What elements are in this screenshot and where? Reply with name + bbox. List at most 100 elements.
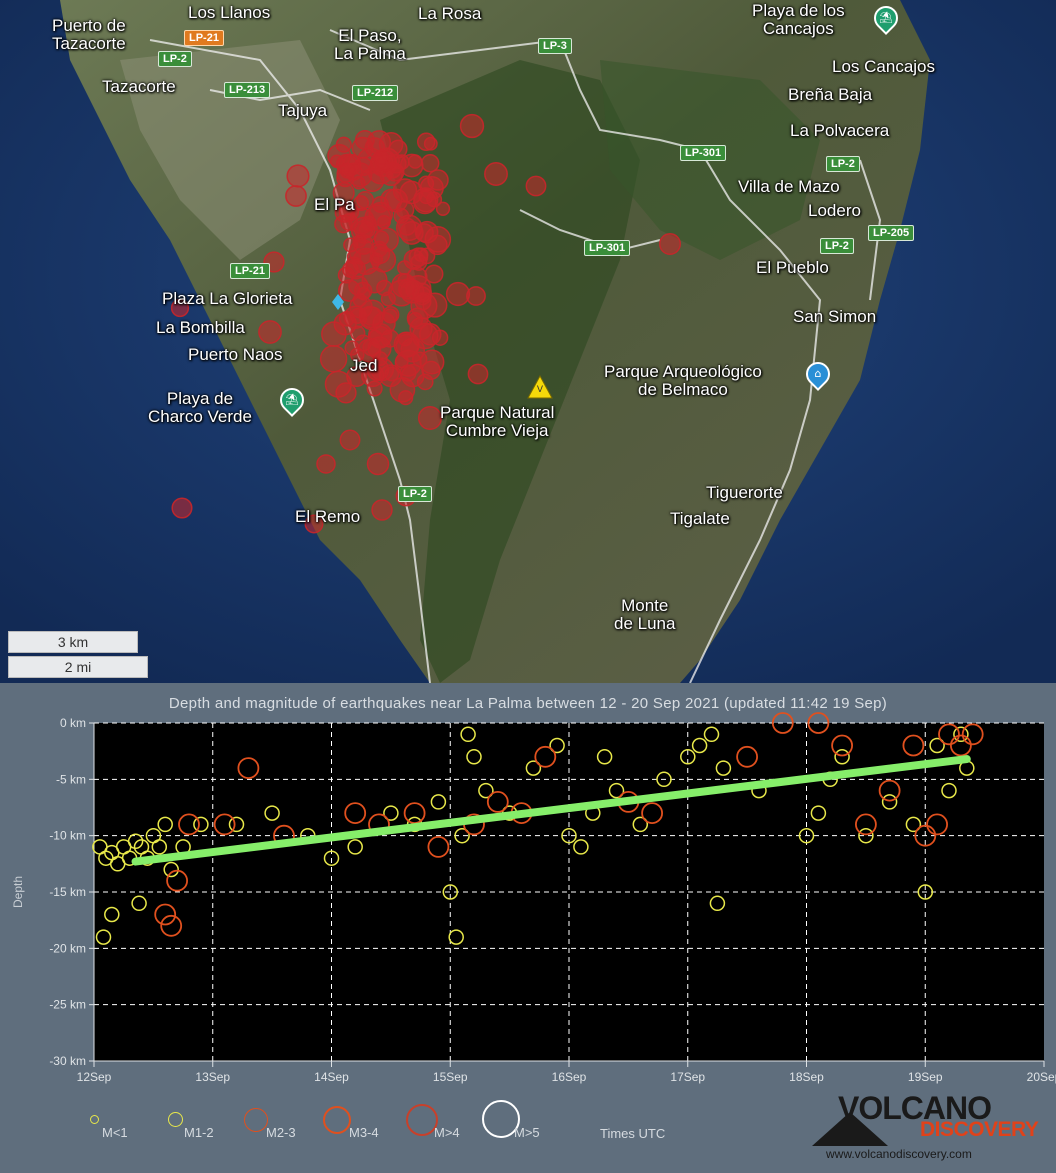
legend-circle-m3-4	[323, 1106, 351, 1134]
y-tick-label: -20 km	[49, 941, 86, 955]
x-tick-label: 16Sep	[552, 1070, 587, 1084]
place-parque-arqueologico-de-belmaco: Parque Arqueológico de Belmaco	[604, 362, 762, 399]
earthquake-marker[interactable]	[398, 390, 414, 406]
road-label-lp2-south: LP-2	[398, 486, 432, 502]
earthquake-marker[interactable]	[431, 329, 449, 346]
earthquake-marker[interactable]	[417, 405, 443, 431]
earthquake-marker[interactable]	[382, 308, 398, 324]
place-tiguerorte: Tiguerorte	[706, 483, 783, 502]
road-label-lp213: LP-213	[224, 82, 271, 98]
road-label-lp212: LP-212	[352, 85, 399, 101]
earthquake-marker[interactable]	[427, 169, 449, 191]
legend-label-m3-4: M3-4	[349, 1125, 379, 1140]
earthquake-marker[interactable]	[380, 291, 396, 307]
place-monte-de-luna: Monte de Luna	[614, 596, 676, 633]
place-playa-de-charco-verde: Playa de Charco Verde	[148, 389, 252, 426]
earthquake-marker[interactable]	[348, 238, 375, 265]
earthquake-marker[interactable]	[419, 349, 445, 375]
x-tick-label: 13Sep	[195, 1070, 230, 1084]
place-los-cancajos: Los Cancajos	[832, 57, 936, 76]
place-puerto-naos: Puerto Naos	[188, 345, 283, 364]
map-scale-bar: 3 km 2 mi	[8, 631, 148, 678]
earthquake-marker[interactable]	[285, 185, 307, 207]
place-la-rosa: La Rosa	[418, 4, 482, 23]
road-label-lp2-north: LP-2	[158, 51, 192, 67]
road-label-lp205: LP-205	[868, 225, 915, 241]
earthquake-marker[interactable]	[319, 345, 348, 373]
earthquake-marker[interactable]	[339, 429, 361, 451]
road-label-lp21-north: LP-21	[184, 30, 224, 46]
earthquake-marker[interactable]	[366, 452, 390, 476]
legend-label-m-gt-5: M>5	[514, 1125, 540, 1140]
earthquake-marker[interactable]	[525, 175, 547, 197]
earthquake-marker[interactable]	[424, 264, 444, 284]
place-tazacorte: Tazacorte	[102, 77, 176, 96]
earthquake-marker[interactable]	[391, 272, 417, 298]
earthquake-marker[interactable]	[371, 499, 393, 521]
earthquake-marker[interactable]	[407, 312, 424, 328]
y-axis-label: Depth	[11, 876, 25, 908]
volcanodiscovery-logo[interactable]: VOLCANO DISCOVERY www.volcanodiscovery.c…	[808, 1082, 1048, 1167]
place-san-simon: San Simon	[793, 307, 877, 326]
place-el-pueblo: El Pueblo	[756, 258, 829, 277]
earthquake-marker[interactable]	[373, 230, 390, 247]
earthquake-marker[interactable]	[171, 497, 193, 519]
legend-circle-m-lt-1	[90, 1115, 99, 1124]
place-la-polvacera: La Polvacera	[790, 121, 890, 140]
y-tick-label: -5 km	[56, 772, 86, 786]
place-el-paso: El Paso, La Palma	[334, 26, 406, 63]
place-la-bombilla: La Bombilla	[156, 318, 245, 337]
place-parque-natural-cumbre-vieja: Parque Natural Cumbre Vieja	[440, 403, 555, 440]
road-label-lp21-west: LP-21	[230, 263, 270, 279]
chart-plot-area: 12Sep 13Sep 14Sep 15Sep 16Sep 17Sep 18Sep 19Sep…	[11, 712, 1056, 1084]
earthquake-marker[interactable]	[423, 136, 438, 151]
scale-mi: 2 mi	[8, 656, 148, 678]
place-el-paso-partial: El Pa	[314, 195, 355, 214]
earthquake-marker[interactable]	[658, 232, 682, 256]
y-tick-label: -30 km	[49, 1054, 86, 1068]
times-utc-label: Times UTC	[600, 1126, 666, 1141]
earthquake-marker[interactable]	[373, 149, 389, 165]
depth-magnitude-chart: Depth and magnitude of earthquakes near …	[0, 683, 1056, 1173]
earthquake-marker[interactable]	[349, 295, 373, 319]
place-tigalate: Tigalate	[670, 509, 730, 528]
earthquake-marker[interactable]	[420, 153, 440, 173]
x-tick-label: 17Sep	[670, 1070, 705, 1084]
earthquake-marker[interactable]	[335, 136, 352, 153]
earthquake-marker[interactable]	[258, 320, 282, 344]
x-tick-label: 12Sep	[77, 1070, 112, 1084]
place-puerto-de-tazacorte: Puerto de Tazacorte	[52, 16, 126, 53]
earthquake-marker[interactable]	[393, 208, 410, 224]
legend-label-m2-3: M2-3	[266, 1125, 296, 1140]
place-jedey-partial: Jed	[350, 356, 378, 375]
earthquake-marker[interactable]	[316, 454, 336, 474]
y-tick-label: -25 km	[49, 998, 86, 1012]
road-label-lp2-mazo: LP-2	[820, 238, 854, 254]
earthquake-marker[interactable]	[339, 162, 356, 179]
y-tick-label: -15 km	[49, 885, 86, 899]
place-el-remo: El Remo	[295, 507, 361, 526]
earthquake-marker[interactable]	[401, 363, 425, 388]
earthquake-marker[interactable]	[392, 178, 418, 203]
road-label-lp2-east: LP-2	[826, 156, 860, 172]
place-playa-de-los-cancajos: Playa de los Cancajos	[752, 1, 845, 38]
earthquake-marker[interactable]	[435, 201, 451, 216]
earthquake-marker[interactable]	[467, 363, 489, 385]
x-tick-label: 14Sep	[314, 1070, 349, 1084]
earthquake-marker[interactable]	[286, 164, 310, 188]
place-lodero: Lodero	[808, 201, 861, 220]
earthquake-marker[interactable]	[484, 162, 508, 186]
earthquake-marker[interactable]	[403, 249, 425, 270]
earthquake-marker[interactable]	[445, 281, 471, 307]
seismic-map[interactable]: V Puerto de Tazacorte Los Llanos La Rosa…	[0, 0, 1056, 683]
earthquake-marker[interactable]	[459, 113, 485, 139]
y-tick-label: -10 km	[49, 829, 86, 843]
plot-background	[94, 723, 1044, 1061]
earthquake-marker[interactable]	[321, 321, 347, 347]
legend-circle-m1-2	[168, 1112, 183, 1127]
logo-line2: DISCOVERY	[920, 1118, 1039, 1141]
earthquake-marker[interactable]	[399, 153, 424, 178]
earthquake-marker[interactable]	[414, 223, 434, 243]
place-los-llanos: Los Llanos	[188, 3, 271, 22]
earthquake-marker[interactable]	[466, 286, 486, 306]
